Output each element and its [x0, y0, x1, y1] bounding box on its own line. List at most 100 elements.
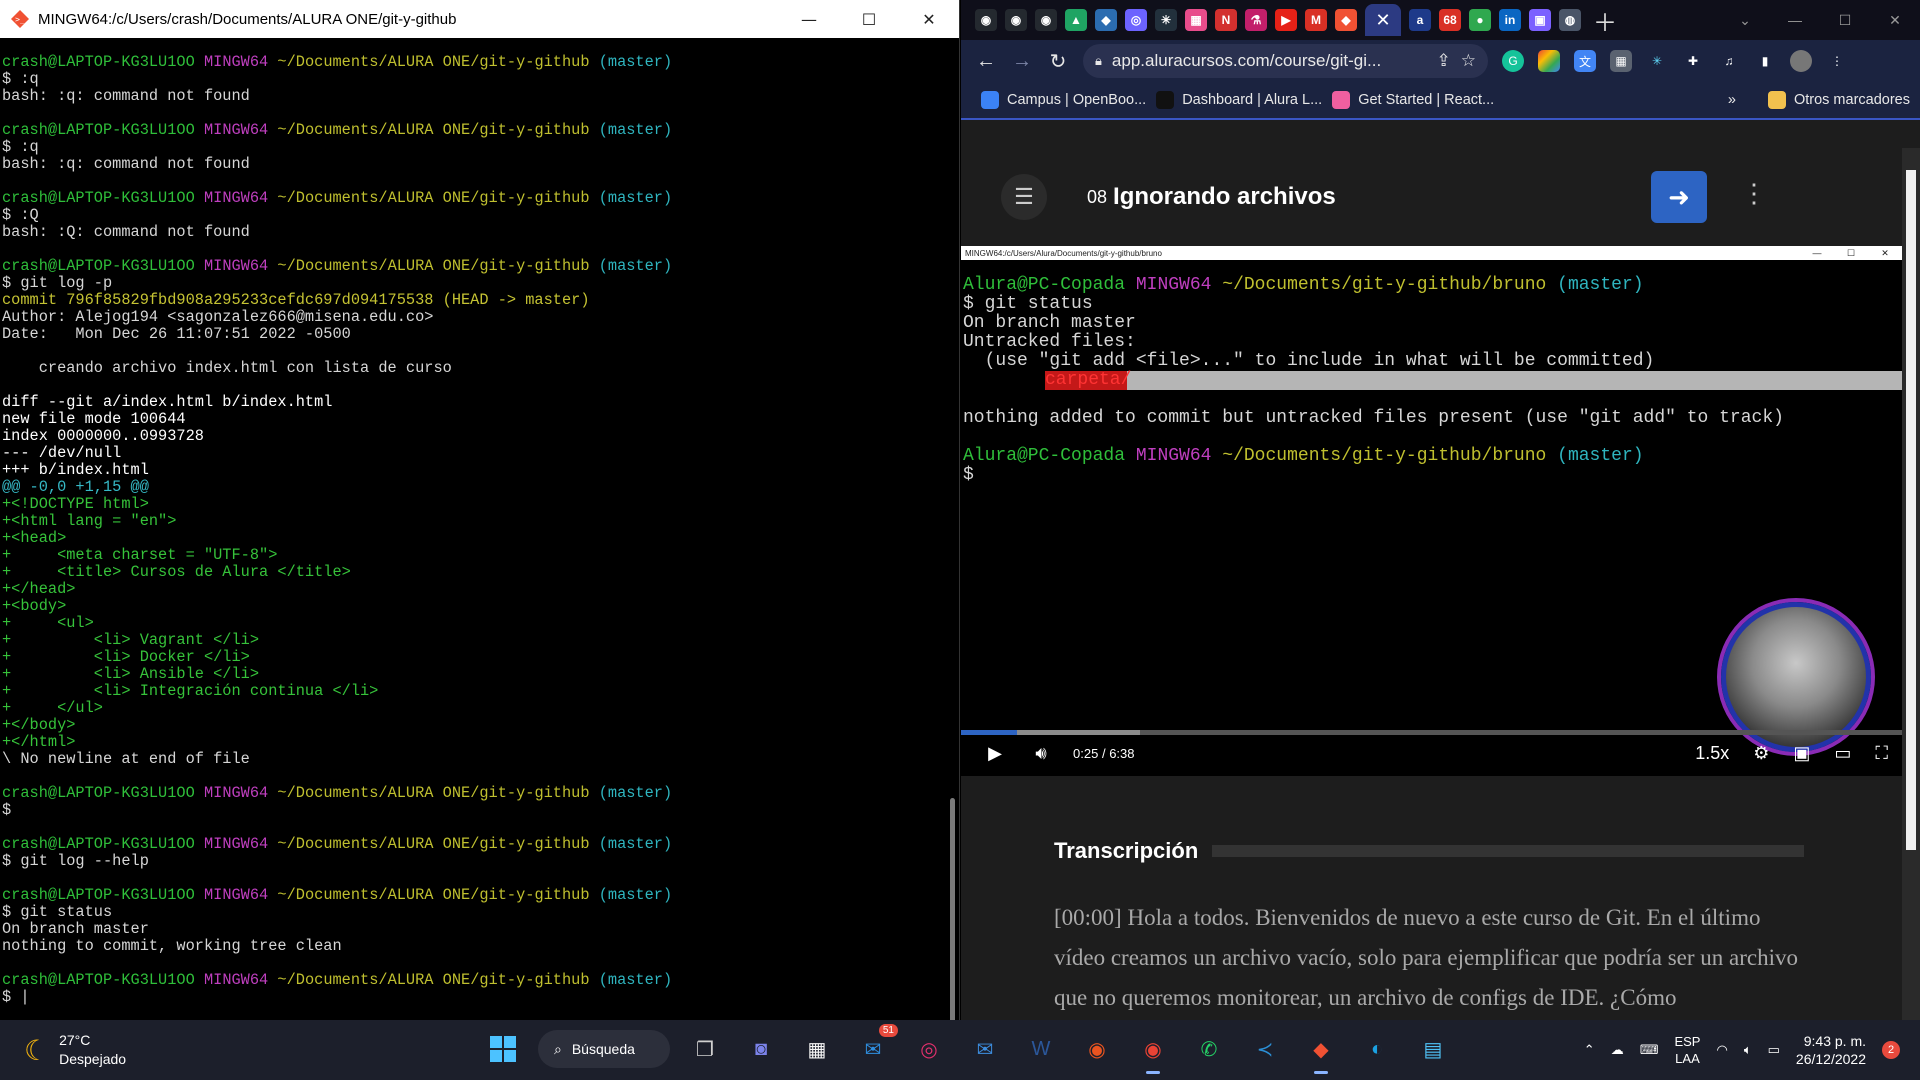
mail-icon[interactable]: ✉ [964, 1028, 1006, 1070]
lesson-options-icon[interactable]: ⋮ [1741, 178, 1767, 209]
playback-speed-button[interactable]: 1.5x [1695, 743, 1729, 764]
video-player[interactable]: MINGW64:/c/Users/Alura/Documents/git-y-g… [961, 246, 1902, 776]
start-button[interactable] [482, 1028, 524, 1070]
battery-icon[interactable]: ▭ [1768, 1042, 1780, 1058]
linkedin-icon[interactable]: in [1499, 9, 1521, 31]
app-icon[interactable]: ▣ [1529, 9, 1551, 31]
star-icon[interactable]: ☆ [1461, 51, 1476, 71]
volume-icon[interactable]: 🔊︎ [1029, 743, 1053, 764]
store-icon[interactable]: ▦ [796, 1028, 838, 1070]
terminal-titlebar[interactable]: >_ MINGW64:/c/Users/crash/Documents/ALUR… [0, 0, 959, 38]
react-icon[interactable]: ✳ [1155, 9, 1177, 31]
instagram-icon[interactable]: ◎ [908, 1028, 950, 1070]
grammarly-extension-icon[interactable]: G [1502, 50, 1524, 72]
word-icon[interactable]: W [1020, 1028, 1062, 1070]
language-indicator[interactable]: ESP LAA [1674, 1033, 1700, 1067]
page-scrollbar-thumb[interactable] [1906, 170, 1916, 850]
app-icon[interactable]: ● [1469, 9, 1491, 31]
terminal-output[interactable]: crash@LAPTOP-KG3LU1OO MINGW64 ~/Document… [0, 38, 945, 1020]
fullscreen-icon[interactable]: ⛶ [1875, 743, 1888, 764]
terminal-scrollbar[interactable] [945, 38, 959, 1034]
app-icon[interactable]: ⚗ [1245, 9, 1267, 31]
extension-icon[interactable]: ▦ [1610, 50, 1632, 72]
git-icon[interactable]: ◆ [1335, 9, 1357, 31]
chrome-icon[interactable]: ◉ [1132, 1028, 1174, 1074]
github-icon[interactable]: ◉ [1035, 9, 1057, 31]
bookmark-item[interactable]: Get Started | React... [1332, 91, 1494, 109]
clock[interactable]: 9:43 p. m. 26/12/2022 [1796, 1032, 1866, 1068]
prompt-user: crash@LAPTOP-KG3LU1OO [2, 784, 195, 802]
globe-icon[interactable]: ◍ [1559, 9, 1581, 31]
forward-button[interactable]: → [1011, 50, 1033, 73]
app-icon[interactable]: 68 [1439, 9, 1461, 31]
alura-icon[interactable]: a [1409, 9, 1431, 31]
volume-icon[interactable]: 🔈︎ [1744, 1042, 1752, 1058]
settings-gear-icon[interactable]: ⚙ [1753, 743, 1769, 764]
more-bookmarks-chevron[interactable]: » [1728, 92, 1736, 108]
wifi-icon[interactable]: ◠ [1716, 1042, 1727, 1058]
onedrive-icon[interactable]: ☁ [1611, 1042, 1624, 1058]
course-menu-button[interactable]: ☰ [1001, 174, 1047, 220]
close-button[interactable]: ✕ [899, 0, 959, 38]
video-progress-bar[interactable] [961, 730, 1902, 735]
task-view-icon[interactable]: ❐ [684, 1028, 726, 1070]
badge-icon[interactable]: ◆ [1095, 9, 1117, 31]
teams-icon[interactable]: ◙ [740, 1028, 782, 1070]
extensions-puzzle-icon[interactable]: ✚ [1682, 50, 1704, 72]
bookmark-item[interactable]: Campus | OpenBoo... [981, 91, 1146, 109]
next-lesson-button[interactable]: ➜ [1651, 171, 1707, 223]
bookmark-item[interactable]: Dashboard | Alura L... [1156, 91, 1322, 109]
notification-badge[interactable]: 2 [1882, 1041, 1900, 1059]
vscode-icon[interactable]: ≺ [1244, 1028, 1286, 1070]
youtube-icon[interactable]: ▶ [1275, 9, 1297, 31]
menu-kebab-icon[interactable]: ⋮ [1826, 50, 1848, 72]
notepad-icon[interactable]: ▤ [1412, 1028, 1454, 1070]
output-line: $ :q [2, 71, 945, 88]
github-icon[interactable]: ◉ [975, 9, 997, 31]
taskbar-search[interactable]: ⌕ Búsqueda [538, 1030, 670, 1068]
minimize-button[interactable]: — [779, 0, 839, 38]
back-button[interactable]: ← [975, 50, 997, 73]
gmail-icon[interactable]: M [1305, 9, 1327, 31]
weather-widget[interactable]: ☾ 27°C Despejado [24, 1031, 444, 1069]
edge-icon[interactable]: ◐ [1356, 1028, 1398, 1070]
tab-search-icon[interactable]: ⌄ [1720, 12, 1770, 29]
side-panel-icon[interactable]: ▮ [1754, 50, 1776, 72]
outlook-icon[interactable]: ✉ 51 [852, 1024, 898, 1070]
translate-extension-icon[interactable]: 文 [1574, 50, 1596, 72]
tab-active-close[interactable]: ✕ [1365, 4, 1401, 36]
theater-mode-icon[interactable]: ▭ [1834, 743, 1851, 764]
maximize-button[interactable]: ☐ [839, 0, 899, 38]
git-bash-window[interactable]: >_ MINGW64:/c/Users/crash/Documents/ALUR… [0, 0, 960, 1034]
tab-strip[interactable]: ◉ ◉ ◉ ▲ ◆ ◎ ✳ ▦ N ⚗ ▶ M ◆ ✕ a 68 ● in ▣ ◍ ＋ ⌄ — ☐ ✕ [961, 0, 1920, 40]
other-bookmarks[interactable]: Otros marcadores [1767, 91, 1910, 109]
ubuntu-icon[interactable]: ◉ [1076, 1028, 1118, 1070]
scrollbar-thumb[interactable] [950, 798, 955, 1034]
colorful-extension-icon[interactable] [1538, 50, 1560, 72]
keyboard-icon[interactable]: ⌨ [1640, 1042, 1659, 1058]
play-icon[interactable]: ▶ [983, 743, 1007, 764]
close-button[interactable]: ✕ [1870, 12, 1920, 29]
drive-icon[interactable]: ▲ [1065, 9, 1087, 31]
chevron-up-icon[interactable]: ⌃ [1584, 1042, 1595, 1058]
git-bash-icon[interactable]: ◆ [1300, 1028, 1342, 1074]
new-tab-button[interactable]: ＋ [1593, 3, 1617, 38]
reload-button[interactable]: ↻ [1047, 49, 1069, 74]
page-scrollbar[interactable] [1902, 148, 1920, 1020]
whatsapp-icon[interactable]: ✆ [1188, 1028, 1230, 1070]
github-icon[interactable]: ◉ [1005, 9, 1027, 31]
address-bar[interactable]: 🔒︎ app.aluracursos.com/course/git-gi... … [1083, 44, 1488, 78]
chrome-window[interactable]: ◉ ◉ ◉ ▲ ◆ ◎ ✳ ▦ N ⚗ ▶ M ◆ ✕ a 68 ● in ▣ ◍ ＋ ⌄ — ☐ ✕ ← → ↻… [961, 0, 1920, 1020]
picture-in-picture-icon[interactable]: ▣ [1793, 743, 1810, 764]
profile-avatar[interactable] [1790, 50, 1812, 72]
maximize-button[interactable]: ☐ [1820, 12, 1870, 29]
minimize-button[interactable]: — [1770, 12, 1820, 28]
app-icon[interactable]: ▦ [1185, 9, 1207, 31]
lock-icon[interactable]: 🔒︎ [1095, 53, 1102, 69]
close-icon[interactable]: ✕ [1375, 10, 1390, 31]
react-devtools-icon[interactable]: ✳ [1646, 50, 1668, 72]
share-icon[interactable]: ⇪ [1437, 51, 1451, 71]
notion-icon[interactable]: N [1215, 9, 1237, 31]
media-control-icon[interactable]: ♫ [1718, 50, 1740, 72]
badge-icon[interactable]: ◎ [1125, 9, 1147, 31]
